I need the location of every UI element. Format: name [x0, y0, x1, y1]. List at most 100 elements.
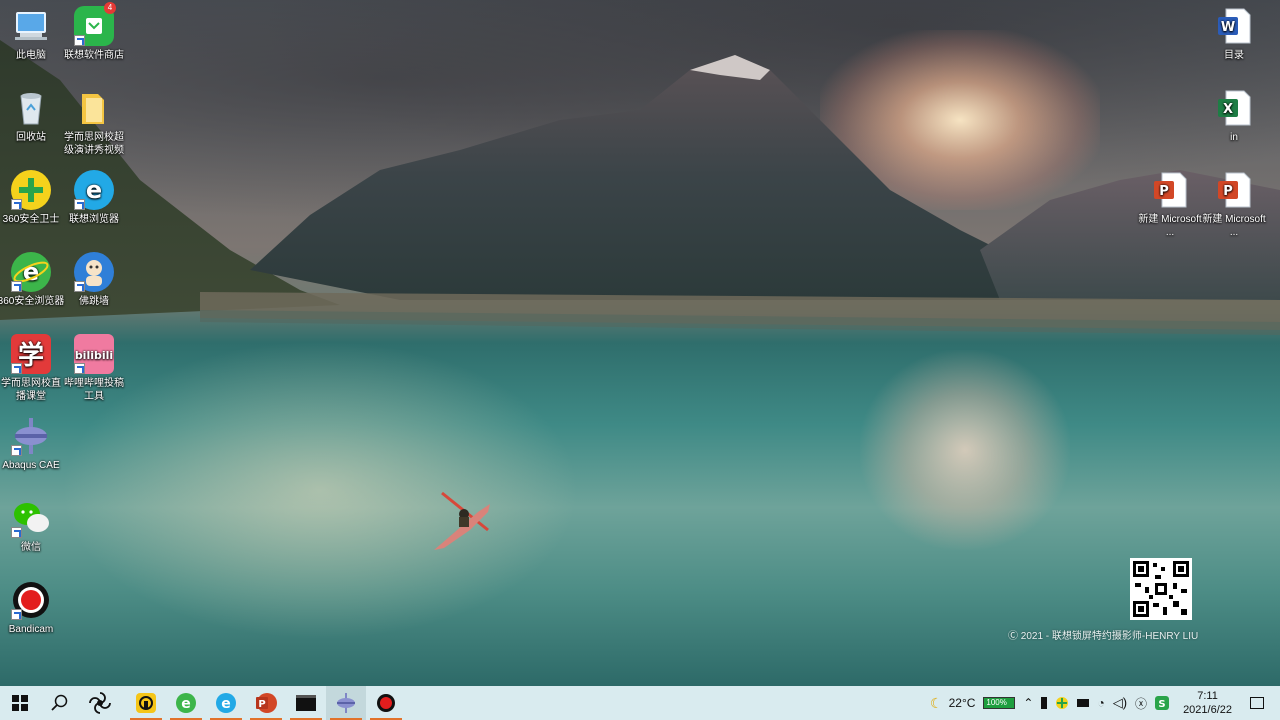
bandicam-icon — [11, 580, 51, 620]
svg-text:e: e — [86, 176, 102, 204]
tray-volume[interactable]: ◁) — [1109, 686, 1131, 720]
desktop-icon-label: 回收站 — [16, 132, 46, 143]
moon-icon: ☾ — [930, 694, 943, 711]
desktop-icon-excel-in[interactable]: X in — [1200, 88, 1268, 144]
battery-indicator[interactable]: 100% — [979, 686, 1019, 720]
desktop-icon-label: 目录 — [1224, 50, 1244, 61]
copyright-icon: Ⓒ — [1008, 631, 1021, 642]
show-hidden-icons-button[interactable]: ⌃ — [1019, 686, 1037, 720]
music-app-icon — [136, 693, 156, 713]
desktop-icon-label: Abaqus CAE — [2, 460, 60, 471]
taskbar: e e P ☾ 22°C 100% ⌃ ◔ ◁) ⓧ S 7:11 2021/6… — [0, 686, 1280, 720]
notification-badge: 4 — [104, 2, 116, 14]
action-center-button[interactable] — [1242, 686, 1280, 720]
shortcut-arrow-icon — [74, 199, 85, 210]
battery-percent: 100% — [986, 698, 1007, 707]
svg-text:W: W — [1221, 20, 1235, 35]
app-powerpoint[interactable]: P — [246, 686, 286, 720]
recycle-bin-icon — [11, 88, 51, 128]
search-icon — [51, 694, 68, 711]
svg-text:bilibili: bilibili — [75, 349, 113, 362]
app-360-browser[interactable]: e — [166, 686, 206, 720]
desktop-icon-label: 佛跳墙 — [79, 296, 109, 307]
svg-text:P: P — [258, 699, 265, 710]
tray-close-circle[interactable]: ⓧ — [1131, 686, 1151, 720]
powerpoint-doc-icon: P — [1214, 170, 1254, 210]
fotiaoqiang-icon — [74, 252, 114, 292]
desktop-icon-word-mulu[interactable]: W 目录 — [1200, 6, 1268, 62]
360-security-icon — [1056, 697, 1069, 709]
svg-text:e: e — [221, 696, 231, 712]
desktop-icon-recycle-bin[interactable]: 回收站 — [0, 88, 65, 144]
desktop-icon-bilibili-uploader[interactable]: bilibili 哔哩哔哩投稿工具 — [60, 334, 128, 403]
desktop-icon-360-security[interactable]: 360安全卫士 — [0, 170, 65, 226]
tray-power[interactable] — [1073, 686, 1093, 720]
desktop-icon-xueersi-folder[interactable]: 学而思网校超级演讲秀视频 — [60, 88, 128, 157]
svg-text:P: P — [1159, 184, 1169, 199]
svg-text:e: e — [23, 258, 39, 286]
desktop-icon-lenovo-browser[interactable]: e 联想浏览器 — [60, 170, 128, 226]
wallpaper-copyright: Ⓒ 2021 - 联想锁屏特约摄影师-HENRY LIU — [1008, 627, 1198, 642]
svg-text:P: P — [1223, 184, 1233, 199]
desktop-icon-label: 新建 Microsoft ... — [1138, 214, 1202, 238]
shortcut-arrow-icon — [11, 609, 22, 620]
desktop-icon-fotiaoqiang[interactable]: 佛跳墙 — [60, 252, 128, 308]
record-icon — [377, 694, 395, 712]
desktop-icon-label: 联想软件商店 — [64, 50, 124, 61]
app-lenovo-browser[interactable]: e — [206, 686, 246, 720]
svg-text:S: S — [1158, 699, 1165, 710]
desktop-icon-abaqus[interactable]: Abaqus CAE — [0, 416, 65, 472]
desktop-icon-label: 此电脑 — [16, 50, 46, 61]
app-qq-music[interactable] — [126, 686, 166, 720]
desktop-icon-ppt-new-2[interactable]: P 新建 Microsoft ... — [1200, 170, 1268, 239]
desktop-icon-lenovo-store[interactable]: 4 联想软件商店 — [60, 2, 128, 62]
copyright-text: 2021 - 联想锁屏特约摄影师-HENRY LIU — [1020, 631, 1199, 642]
input-method-icon: S — [1155, 696, 1170, 710]
desktop-icon-this-pc[interactable]: 此电脑 — [0, 6, 65, 62]
bilibili-icon: bilibili — [74, 334, 114, 374]
desktop-icon-label: 学而思网校超级演讲秀视频 — [64, 132, 124, 156]
desktop-icon-label: 360安全浏览器 — [0, 296, 65, 307]
app-abaqus[interactable] — [326, 686, 366, 720]
desktop-icon-label: 微信 — [21, 542, 41, 553]
desktop-icon-bandicam[interactable]: Bandicam — [0, 580, 65, 636]
close-circle-icon: ⓧ — [1135, 696, 1148, 711]
power-plug-icon — [1077, 699, 1090, 707]
excel-doc-icon: X — [1214, 88, 1254, 128]
chevron-up-icon: ⌃ — [1023, 696, 1034, 710]
desktop-icon-xueersi-live[interactable]: 学 学而思网校直播课堂 — [0, 334, 65, 403]
tray-wifi[interactable]: ◔ — [1093, 686, 1108, 720]
app-bandicam[interactable] — [366, 686, 406, 720]
desktop-wallpaper — [0, 0, 1280, 686]
shortcut-arrow-icon — [11, 363, 22, 374]
sun-reflection — [860, 350, 1070, 550]
start-button[interactable] — [0, 686, 40, 720]
abaqus-icon — [337, 693, 355, 713]
tray-360[interactable] — [1051, 686, 1073, 720]
desktop-icon-label: 新建 Microsoft ... — [1202, 214, 1266, 238]
computer-icon — [11, 6, 51, 46]
search-button[interactable] — [40, 686, 80, 720]
svg-text:e: e — [181, 696, 191, 712]
shortcut-arrow-icon — [11, 445, 22, 456]
tray-sogou[interactable]: S — [1151, 686, 1173, 720]
desktop-icon-label: 哔哩哔哩投稿工具 — [64, 378, 124, 402]
weather-temperature: 22°C — [948, 696, 976, 710]
kayak-image — [434, 491, 490, 550]
wechat-icon — [11, 498, 51, 538]
app-pinwheel[interactable] — [80, 686, 120, 720]
lenovo-browser-icon: e — [74, 170, 114, 210]
desktop-icon-wechat[interactable]: 微信 — [0, 498, 65, 554]
clock[interactable]: 7:11 2021/6/22 — [1173, 689, 1242, 717]
shortcut-arrow-icon — [74, 281, 85, 292]
weather-widget[interactable]: ☾ 22°C — [926, 686, 979, 720]
desktop-icon-label: 360安全卫士 — [2, 214, 60, 225]
tray-usb[interactable] — [1037, 686, 1051, 720]
desktop-icon-ppt-new-1[interactable]: P 新建 Microsoft ... — [1136, 170, 1204, 239]
desktop-icon-360-browser[interactable]: e 360安全浏览器 — [0, 252, 65, 308]
360-browser-icon: e — [11, 252, 51, 292]
terminal-icon — [296, 695, 316, 711]
app-terminal[interactable] — [286, 686, 326, 720]
speaker-icon: ◁) — [1112, 695, 1128, 710]
360-browser-icon: e — [176, 693, 196, 713]
